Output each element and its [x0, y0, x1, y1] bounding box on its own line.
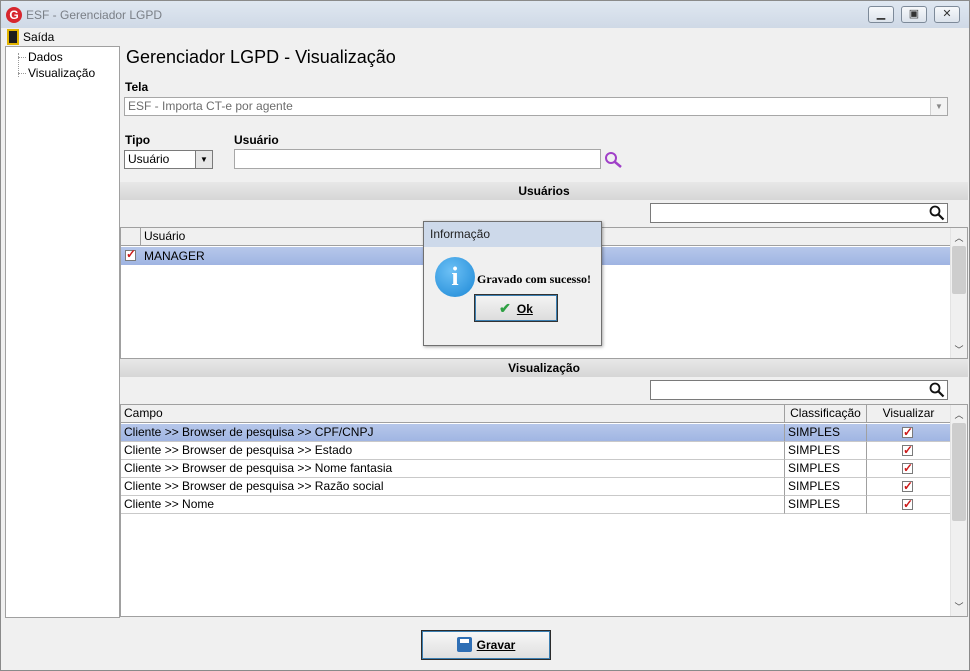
menu-bar: Saída [1, 28, 969, 46]
dialog-message: Gravado com sucesso! [477, 272, 591, 286]
user-checkbox[interactable] [125, 247, 136, 261]
column-header-visualizar[interactable]: Visualizar [867, 405, 950, 423]
tipo-select-value: Usuário [128, 152, 170, 166]
info-icon: i [435, 257, 475, 297]
save-button-label: Gravar [476, 638, 516, 652]
view-section-header: Visualização [120, 359, 968, 377]
visualizar-cell [867, 424, 950, 442]
campo-cell: Cliente >> Browser de pesquisa >> Razão … [121, 478, 785, 496]
visualizar-checkbox[interactable] [902, 496, 913, 513]
title-bar[interactable]: G ESF - Gerenciador LGPD ▁ ▣ ✕ [1, 1, 969, 28]
users-scrollbar[interactable]: ︿ ﹀ [950, 228, 967, 358]
visualizar-checkbox[interactable] [902, 460, 913, 477]
tela-select-value: ESF - Importa CT-e por agente [128, 99, 293, 113]
header-checkbox-cell [121, 228, 141, 246]
scroll-up-icon[interactable]: ︿ [951, 407, 967, 423]
menu-exit-label: Saída [23, 30, 55, 44]
view-grid-header: Campo Classificação Visualizar [121, 405, 950, 423]
usuario-input[interactable] [234, 149, 601, 169]
check-icon: ✔ [499, 300, 511, 316]
table-row[interactable]: Cliente >> Browser de pesquisa >> CPF/CN… [121, 424, 950, 442]
dialog-title[interactable]: Informação [424, 222, 601, 247]
usuario-label: Usuário [234, 133, 279, 147]
maximize-button[interactable]: ▣ [901, 6, 927, 23]
main-window: G ESF - Gerenciador LGPD ▁ ▣ ✕ Saída Dad… [0, 0, 970, 671]
campo-cell: Cliente >> Browser de pesquisa >> CPF/CN… [121, 424, 785, 442]
table-row[interactable]: Cliente >> Nome SIMPLES [121, 496, 950, 514]
page-title: Gerenciador LGPD - Visualização [126, 47, 396, 67]
scroll-down-icon[interactable]: ﹀ [951, 342, 967, 358]
info-dialog: Informação i Gravado com sucesso! ✔ Ok [423, 221, 602, 346]
tela-label: Tela [125, 80, 149, 94]
visualizar-cell [867, 442, 950, 460]
visualizar-cell [867, 460, 950, 478]
column-header-classificacao[interactable]: Classificação [785, 405, 867, 423]
close-button[interactable]: ✕ [934, 6, 960, 23]
classificacao-cell: SIMPLES [785, 424, 867, 442]
visualizar-checkbox[interactable] [902, 442, 913, 459]
tipo-label: Tipo [125, 133, 151, 147]
search-user-icon[interactable] [604, 151, 624, 169]
classificacao-cell: SIMPLES [785, 478, 867, 496]
column-header-campo[interactable]: Campo [121, 405, 785, 423]
exit-door-icon [7, 29, 19, 45]
view-scrollbar[interactable]: ︿ ﹀ [950, 405, 967, 616]
visualizar-checkbox[interactable] [902, 424, 913, 441]
scroll-thumb[interactable] [952, 246, 966, 294]
floppy-disk-icon [456, 637, 472, 652]
minimize-button[interactable]: ▁ [868, 6, 894, 23]
scroll-up-icon[interactable]: ︿ [951, 230, 967, 246]
tree-item-dados[interactable]: Dados [16, 49, 63, 65]
search-icon[interactable] [929, 382, 945, 398]
tela-select[interactable]: ESF - Importa CT-e por agente ▼ [124, 97, 948, 116]
table-row[interactable]: Cliente >> Browser de pesquisa >> Nome f… [121, 460, 950, 478]
view-filter-input[interactable] [650, 380, 948, 400]
table-row[interactable]: Cliente >> Browser de pesquisa >> Estado… [121, 442, 950, 460]
save-button[interactable]: Gravar [421, 630, 551, 660]
ok-button[interactable]: ✔ Ok [474, 294, 558, 322]
visualizar-checkbox[interactable] [902, 478, 913, 495]
ok-button-label: Ok [516, 302, 533, 316]
visualizar-cell [867, 478, 950, 496]
user-name-cell: MANAGER [144, 249, 205, 263]
view-grid: Campo Classificação Visualizar Cliente >… [120, 404, 968, 617]
window-title: ESF - Gerenciador LGPD [26, 8, 163, 22]
navigation-tree: Dados Visualização [5, 46, 120, 618]
scroll-down-icon[interactable]: ﹀ [951, 599, 967, 615]
campo-cell: Cliente >> Browser de pesquisa >> Estado [121, 442, 785, 460]
visualizar-cell [867, 496, 950, 514]
classificacao-cell: SIMPLES [785, 442, 867, 460]
menu-exit[interactable]: Saída [5, 29, 54, 45]
chevron-down-icon: ▼ [195, 151, 212, 168]
campo-cell: Cliente >> Browser de pesquisa >> Nome f… [121, 460, 785, 478]
table-row[interactable]: Cliente >> Browser de pesquisa >> Razão … [121, 478, 950, 496]
users-filter-input[interactable] [650, 203, 948, 223]
chevron-down-icon: ▼ [930, 98, 947, 115]
classificacao-cell: SIMPLES [785, 496, 867, 514]
tree-item-visualizacao[interactable]: Visualização [16, 65, 95, 81]
app-logo-icon: G [6, 7, 22, 23]
campo-cell: Cliente >> Nome [121, 496, 785, 514]
search-icon[interactable] [929, 205, 945, 221]
users-section-header: Usuários [120, 182, 968, 200]
scroll-thumb[interactable] [952, 423, 966, 521]
classificacao-cell: SIMPLES [785, 460, 867, 478]
tipo-select[interactable]: Usuário ▼ [124, 150, 213, 169]
